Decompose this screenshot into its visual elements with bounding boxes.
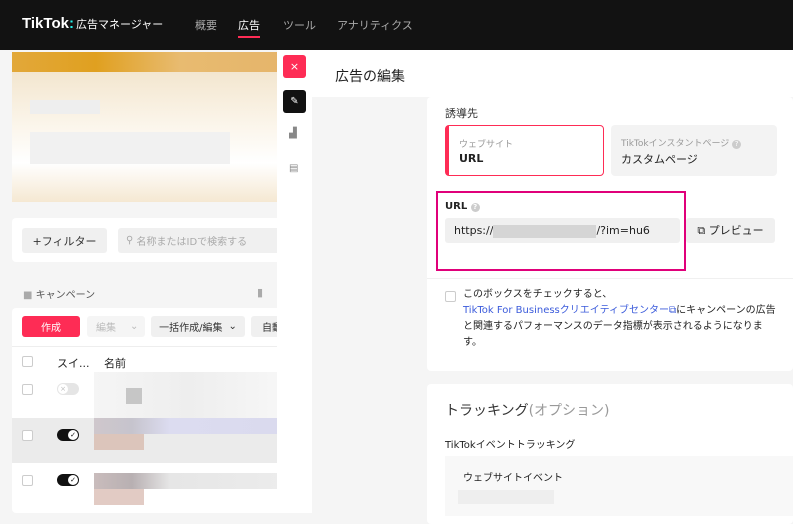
destination-option-instant-page[interactable]: TikTokインスタントページ ? カスタムページ [611,125,777,176]
edit-ad-drawer: 広告の編集 誘導先 ウェブサイト URL TikTokインスタントページ ? カ… [312,50,793,524]
tracking-card: トラッキング(オプション) TikTokイベントトラッキング ウェブサイトイベン… [427,384,793,524]
row-checkbox[interactable] [22,384,33,395]
campaign-list-panel: +フィルター ⚲ 名称またはIDで検索する ■ キャンペーン ▮ 作成 編集 ⌄ … [0,50,277,513]
filter-button[interactable]: +フィルター [22,228,107,253]
bulk-edit-button[interactable]: 一括作成/編集 ⌄ [151,316,245,337]
creative-center-link[interactable]: TikTok For Businessクリエイティブセンター [463,305,669,316]
nav-analytics[interactable]: アナリティクス [337,17,413,33]
filter-card: +フィルター ⚲ 名称またはIDで検索する [12,218,277,262]
nav-tools[interactable]: ツール [283,17,316,33]
close-icon[interactable]: × [283,55,306,78]
status-toggle[interactable] [57,429,79,441]
table-card: 作成 編集⌄ 一括作成/編集⌄ 自動 スイ... 名前 [12,308,277,513]
chevron-down-icon: ⌄ [228,321,237,332]
url-label: URL [445,201,468,212]
website-event-label: ウェブサイトイベント [463,473,563,484]
nav-ads[interactable]: 広告 [238,17,260,38]
status-toggle[interactable] [57,474,79,486]
redacted-value [458,490,554,504]
top-nav-bar: TikTok: 広告マネージャー 概要 広告 ツール アナリティクス [0,0,793,50]
event-tracking-label: TikTokイベントトラッキング [445,440,576,451]
create-button[interactable]: 作成 [22,316,80,337]
option-main: URL [459,152,484,165]
destination-card: 誘導先 ウェブサイト URL TikTokインスタントページ ? カスタムページ… [427,97,793,371]
option-sub: ウェブサイト [459,140,514,150]
search-icon: ⚲ [126,235,137,246]
edit-icon[interactable]: ✎ [283,90,306,113]
help-icon: ? [732,140,742,149]
logo[interactable]: TikTok: 広告マネージャー [22,15,163,32]
search-input[interactable]: ⚲ 名称またはIDで検索する [118,228,277,253]
option-sub: TikTokインスタントページ [621,139,730,149]
table-row[interactable] [12,463,277,508]
creative-center-checkbox[interactable] [445,291,456,302]
summary-card [12,52,277,202]
drawer-title: 広告の編集 [335,69,405,85]
tracking-title: トラッキング(オプション) [445,403,610,419]
website-event-box: ウェブサイトイベント [445,456,793,516]
select-all-checkbox[interactable] [22,356,33,367]
row-checkbox[interactable] [22,475,33,486]
status-toggle[interactable] [57,383,79,395]
edit-button[interactable]: 編集 ⌄ [87,316,145,337]
help-icon: ? [470,203,480,212]
campaign-tab[interactable]: ■ キャンペーン [23,286,95,301]
adgroup-icon[interactable]: ▮ [257,286,263,299]
creative-center-text: このボックスをチェックすると、 TikTok For Businessクリエイティ… [463,289,776,348]
table-row[interactable] [12,372,277,418]
column-name[interactable]: 名前 [104,355,126,371]
destination-label: 誘導先 [445,107,478,120]
column-switch[interactable]: スイ... [57,355,90,371]
table-row[interactable] [12,418,277,463]
chevron-down-icon: ⌄ [130,321,139,332]
chart-icon[interactable]: ▟ [289,128,297,139]
row-checkbox[interactable] [22,430,33,441]
url-input[interactable]: https:///?im=hu6 [445,218,680,243]
option-main: カスタムページ [621,153,698,166]
preview-button[interactable]: ⧉ プレビュー [686,218,775,243]
drawer-icon-rail: × ✎ ▟ ▤ [277,50,312,513]
nav-overview[interactable]: 概要 [195,17,217,33]
auto-button[interactable]: 自動 [251,316,277,337]
destination-option-website[interactable]: ウェブサイト URL [445,125,604,176]
external-link-icon: ⧉ [697,224,709,237]
folder-icon: ■ [23,290,36,301]
document-icon[interactable]: ▤ [289,163,298,174]
